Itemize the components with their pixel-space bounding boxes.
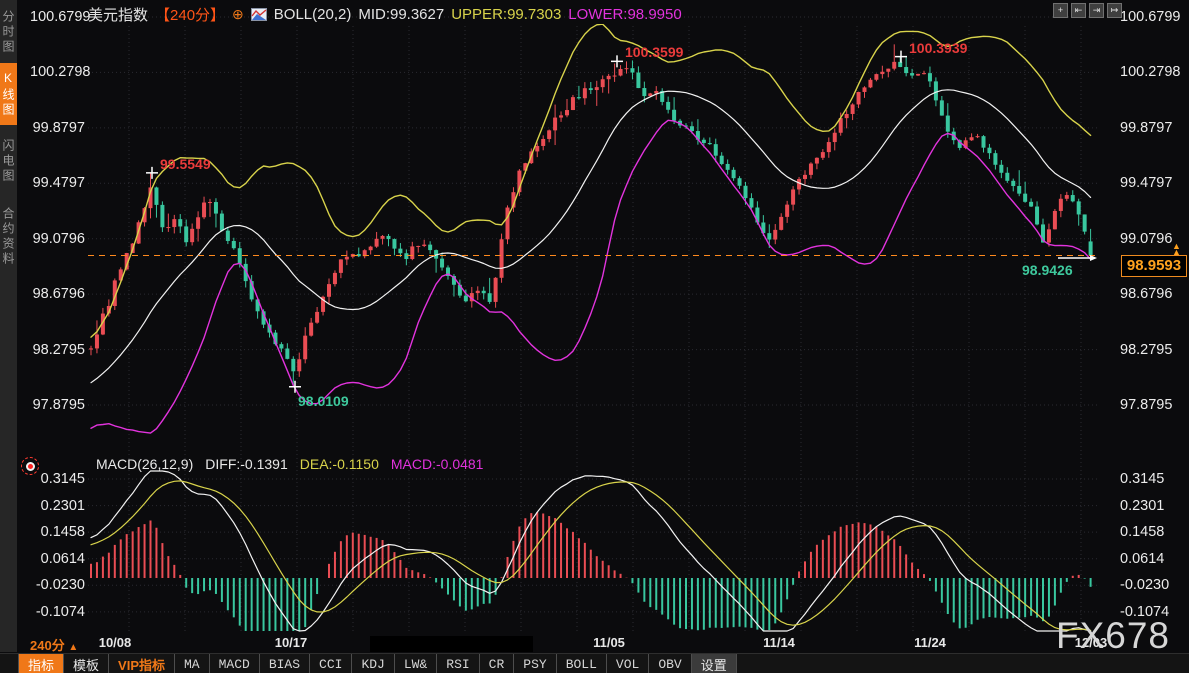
footer-tab-1[interactable]: 指标	[18, 654, 64, 673]
sidebar-tab-3[interactable]: 闪电图	[0, 131, 17, 191]
indicator-button-kdj[interactable]: KDJ	[352, 654, 394, 673]
period-label: 【240分】	[155, 4, 225, 25]
period-dropdown-label: 240分	[30, 638, 65, 653]
candlestick-chart-canvas[interactable]	[0, 0, 1189, 673]
left-tab-strip: 分时图 K线图闪电图合约资料	[0, 0, 17, 652]
indicator-button-vol[interactable]: VOL	[607, 654, 649, 673]
footer-tab-3[interactable]: VIP指标	[109, 654, 175, 673]
symbol-title: 美元指数	[88, 4, 148, 25]
macd-title: MACD(26,12,9)	[96, 456, 193, 472]
boll-lower-value: LOWER:98.9950	[568, 6, 681, 23]
indicator-button-boll[interactable]: BOLL	[557, 654, 607, 673]
macd-settings-icon[interactable]	[21, 457, 39, 475]
chart-header: 美元指数 【240分】 ⊕ BOLL(20,2) MID:99.3627 UPP…	[88, 5, 682, 23]
sidebar-tab-4[interactable]: 合约资料	[0, 197, 17, 277]
macd-diff-value: DIFF:-0.1391	[205, 456, 287, 472]
indicator-button-psy[interactable]: PSY	[514, 654, 556, 673]
mini-chart-icon[interactable]	[251, 8, 267, 21]
triangle-up-icon: ▲	[68, 642, 78, 653]
indicator-button-lw[interactable]: LW&	[395, 654, 437, 673]
indicator-button-bias[interactable]: BIAS	[260, 654, 310, 673]
indicator-button-cr[interactable]: CR	[480, 654, 515, 673]
date-label: 11/24	[914, 635, 946, 650]
boll-indicator-label: BOLL(20,2)	[274, 6, 352, 23]
pan-left-icon[interactable]: ⇤	[1071, 3, 1086, 18]
chart-tool-buttons: +⇤⇥↦	[1053, 3, 1122, 18]
footer-tab-2[interactable]: 模板	[64, 654, 109, 673]
toolbar-spacer	[0, 654, 18, 673]
boll-mid-value: MID:99.3627	[358, 6, 444, 23]
scrollbar-thumb[interactable]	[370, 636, 533, 652]
date-label: 11/05	[593, 635, 625, 650]
date-label: 12/03	[1075, 635, 1108, 650]
date-label: 10/08	[99, 635, 132, 650]
macd-hist-value: MACD:-0.0481	[391, 456, 484, 472]
sidebar-tab-2[interactable]: K线图	[0, 63, 17, 125]
crosshair-icon[interactable]: +	[1053, 3, 1068, 18]
macd-dea-value: DEA:-0.1150	[300, 456, 379, 472]
last-price-box: 98.9593	[1121, 255, 1187, 277]
date-label: 11/14	[763, 635, 795, 650]
indicator-toolbar: 指标模板VIP指标MAMACDBIASCCIKDJLW&RSICRPSYBOLL…	[0, 653, 1189, 673]
boll-upper-value: UPPER:99.7303	[451, 6, 561, 23]
sidebar-tab-1[interactable]: 分时图	[0, 3, 17, 61]
step-right-icon[interactable]: ↦	[1107, 3, 1122, 18]
settings-button[interactable]: 设置	[692, 654, 737, 673]
extreme-markers	[146, 51, 1097, 393]
date-axis-row: 240分 ▲ 10/08 10/17 11/05 11/14 11/24 12/03	[0, 634, 1189, 653]
chart-app-window: 分时图 K线图闪电图合约资料 美元指数 【240分】 ⊕ BOLL(20,2) M…	[0, 0, 1189, 673]
indicator-button-ma[interactable]: MA	[175, 654, 210, 673]
macd-legend: MACD(26,12,9) DIFF:-0.1391 DEA:-0.1150 M…	[96, 456, 483, 472]
candles-layer	[89, 44, 1093, 386]
indicator-button-rsi[interactable]: RSI	[437, 654, 479, 673]
indicator-button-macd[interactable]: MACD	[210, 654, 260, 673]
period-dropdown[interactable]: 240分 ▲	[30, 635, 78, 654]
pan-right-icon[interactable]: ⇥	[1089, 3, 1104, 18]
indicator-button-obv[interactable]: OBV	[649, 654, 691, 673]
add-circle-icon[interactable]: ⊕	[232, 7, 244, 21]
price-up-arrow-icon: ▲▲	[1172, 243, 1181, 255]
indicator-button-cci[interactable]: CCI	[310, 654, 352, 673]
date-label: 10/17	[275, 635, 308, 650]
